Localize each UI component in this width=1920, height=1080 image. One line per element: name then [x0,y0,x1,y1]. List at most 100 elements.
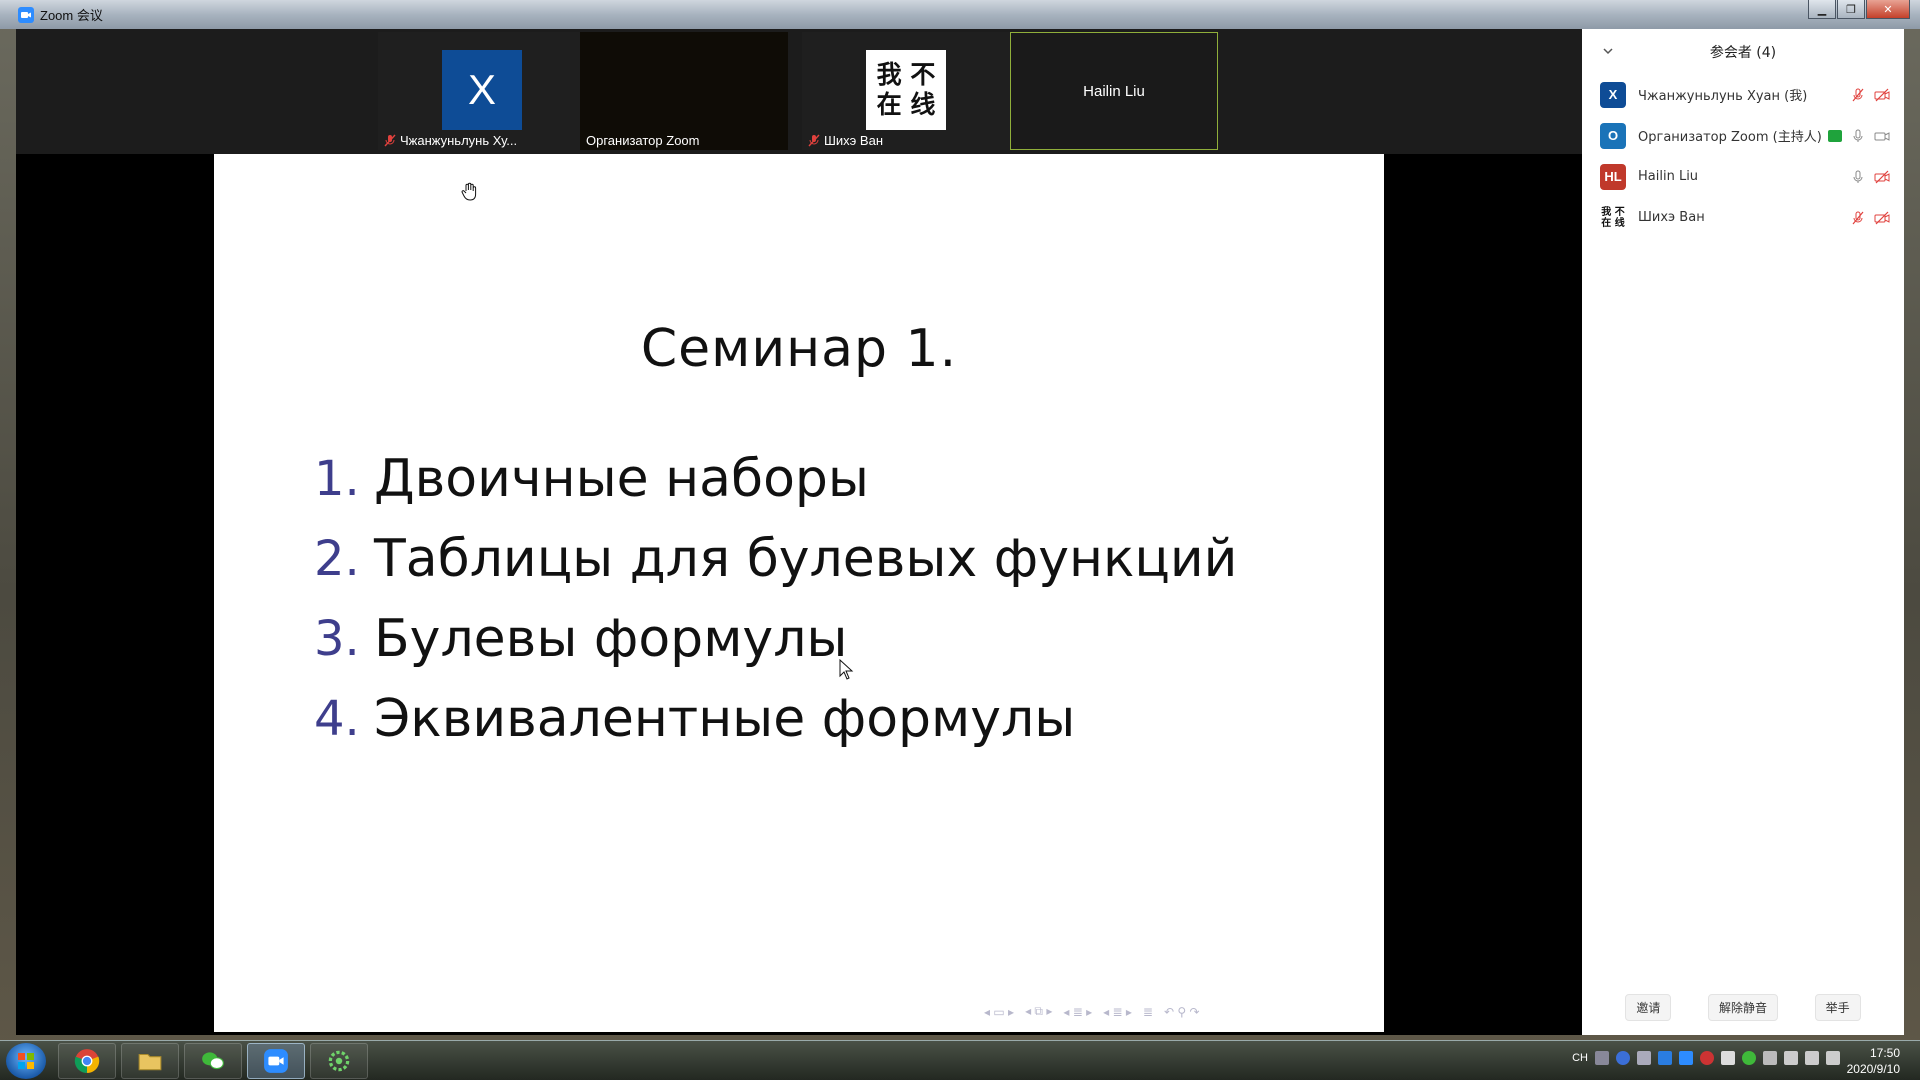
system-clock[interactable]: 17:50 2020/9/10 [1847,1045,1900,1077]
avatar: X [1600,81,1626,108]
volume-icon[interactable] [1826,1051,1840,1065]
taskbar-chrome[interactable] [58,1043,116,1079]
participant-row[interactable]: X Чжанжуньлунь Хуан (我) [1582,74,1904,115]
item-text: Эквивалентные формулы [374,689,1076,749]
item-number: 2. [314,531,360,587]
screen-share-area: Семинар 1. 1. Двоичные наборы 2. Таблицы д… [16,154,1582,1035]
participant-row[interactable]: HL Hailin Liu [1582,156,1904,197]
participant-name: Hailin Liu [1083,82,1145,100]
item-number: 3. [314,611,360,667]
raise-hand-button[interactable]: 举手 [1814,994,1861,1021]
hand-cursor-icon [461,182,477,201]
security-icon[interactable] [1721,1051,1735,1065]
close-button[interactable]: ✕ [1866,0,1910,19]
avatar: HL [1600,163,1626,190]
participants-panel: 参会者 (4) X Чжанжуньлунь Хуан (我) O Органи… [1582,29,1904,1035]
participant-name: Организатор Zoom [586,133,700,148]
item-number: 1. [314,451,360,507]
avatar: X [442,50,522,130]
slide-outline-list: 1. Двоичные наборы 2. Таблицы для булевых … [314,439,1237,759]
taskbar-file-explorer[interactable] [121,1043,179,1079]
unmute-me-button[interactable]: 解除静音 [1707,994,1778,1021]
participant-name: Hailin Liu [1638,169,1699,184]
presentation-slide: Семинар 1. 1. Двоичные наборы 2. Таблицы д… [214,154,1384,1032]
list-item: 4. Эквивалентные формулы [314,679,1237,759]
help-icon[interactable] [1616,1051,1630,1065]
participant-name: Чжанжуньлунь Хуан (我) [1638,89,1808,104]
zoom-icon [264,1049,288,1073]
avatar: 我 不 在 线 [1600,204,1626,231]
invite-button[interactable]: 邀请 [1625,994,1672,1021]
video-off-icon [1874,88,1890,102]
beamer-navigation-symbols[interactable]: ◂ ▭ ▸ ◂ ⧉ ▸ ◂ ≣ ▸ ◂ ≣ ▸ ≣ ↶ ⚲ ↷ [984,1004,1200,1019]
participant-name: Организатор Zoom (主持人) [1638,130,1822,145]
video-tile-participant-3[interactable]: 我 不 在 线 Шихэ Ван [802,32,1010,150]
video-tile-active-speaker[interactable]: Hailin Liu [1010,32,1218,150]
minimize-button[interactable]: ▁ [1808,0,1836,19]
mic-icon [1853,129,1863,142]
participant-name: Шихэ Ван [824,133,884,148]
item-text: Таблицы для булевых функций [374,529,1238,589]
nav-toc-icon[interactable]: ≣ [1143,1005,1153,1019]
screen-share-icon [1828,130,1842,142]
nav-prev-frame-icon[interactable]: ◂ ▭ ▸ [984,1005,1014,1019]
participant-row[interactable]: O Организатор Zoom (主持人) [1582,115,1904,156]
taskbar-wechat[interactable] [184,1043,242,1079]
network-icon[interactable] [1763,1051,1777,1065]
windows-logo-icon [18,1053,34,1069]
chevron-down-icon[interactable] [1602,45,1614,57]
wechat-tray-icon[interactable] [1742,1051,1756,1065]
nav-search-icon[interactable]: ↶ ⚲ ↷ [1164,1005,1200,1019]
windows-taskbar: CH 17:50 2020/9/10 [0,1040,1920,1080]
taskbar-zoom[interactable] [247,1043,305,1079]
participant-name: Чжанжуньлунь Ху... [400,133,518,148]
mic-muted-icon [384,134,396,147]
nav-subsection-icon[interactable]: ◂ ≣ ▸ [1103,1005,1132,1019]
avatar: O [1600,122,1626,149]
participants-title: 参会者 (4) [1709,44,1777,61]
video-tile-participant-2[interactable]: Организатор Zoom [580,32,788,150]
start-button[interactable] [6,1043,46,1079]
video-tile-participant-1[interactable]: X Чжанжуньлунь Ху... [378,32,586,150]
shield-icon[interactable] [1658,1051,1672,1065]
taskbar-app-green[interactable] [310,1043,368,1079]
language-indicator[interactable]: CH [1572,1052,1588,1064]
maximize-button[interactable]: ❐ [1837,0,1865,19]
antivirus-icon[interactable] [1700,1051,1714,1065]
participant-name: Шихэ Ван [1638,210,1705,225]
sync-icon[interactable] [1637,1051,1651,1065]
monitor-icon[interactable] [1805,1051,1819,1065]
video-icon [1874,132,1890,141]
list-item: 2. Таблицы для булевых функций [314,519,1237,599]
video-gallery-strip: X Чжанжуньлунь Ху... Организатор Zoom 我 … [16,29,1582,154]
mic-muted-icon [808,134,820,147]
participants-list: X Чжанжуньлунь Хуан (我) O Организатор Zo… [1582,74,1904,238]
gear-icon [328,1050,350,1072]
flag-icon[interactable] [1784,1051,1798,1065]
zoom-tray-icon[interactable] [1679,1051,1693,1065]
title-bar: Zoom 会议 ▁ ❐ ✕ [0,0,1920,29]
item-text: Булевы формулы [374,609,848,669]
participant-row[interactable]: 我 不 在 线 Шихэ Ван [1582,197,1904,238]
item-number: 4. [314,691,360,747]
zoom-app-icon [18,6,34,23]
mic-muted-icon [1852,211,1864,225]
slide-title: Семинар 1. [640,319,958,379]
mic-muted-icon [1852,88,1864,102]
list-item: 3. Булевы формулы [314,599,1237,679]
item-text: Двоичные наборы [374,449,869,509]
avatar: 我 不 在 线 [866,50,946,130]
system-tray: CH [1572,1051,1840,1065]
nav-prev-subsection-icon[interactable]: ◂ ⧉ ▸ [1025,1004,1052,1019]
folder-icon [138,1053,162,1071]
clock-date: 2020/9/10 [1846,1062,1900,1076]
wechat-icon [202,1052,224,1070]
mouse-pointer-icon [839,659,854,680]
window-title: Zoom 会议 [40,8,103,23]
chrome-icon [74,1049,100,1073]
video-off-icon [1874,211,1890,225]
keyboard-icon[interactable] [1595,1051,1609,1065]
nav-section-icon[interactable]: ◂ ≣ ▸ [1063,1005,1092,1019]
clock-time: 17:50 [1869,1046,1900,1060]
zoom-meeting-window: X Чжанжуньлунь Ху... Организатор Zoom 我 … [16,29,1904,1035]
